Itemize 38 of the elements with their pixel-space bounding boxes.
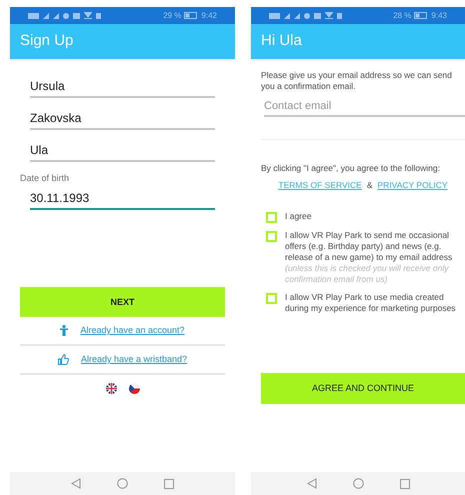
- checkbox[interactable]: [266, 212, 277, 222]
- uk-flag-icon[interactable]: [106, 383, 116, 394]
- battery-icon: [414, 12, 428, 19]
- clock: 9:42: [201, 10, 217, 22]
- checkbox-label: I agree: [285, 210, 312, 222]
- back-icon[interactable]: [306, 478, 316, 489]
- person-icon: [60, 325, 68, 336]
- recents-icon[interactable]: [164, 478, 174, 488]
- next-button[interactable]: NEXT: [20, 287, 225, 318]
- text-field[interactable]: Ursula: [30, 74, 215, 98]
- battery-percent: 28 %: [393, 10, 412, 22]
- download-icon: [325, 12, 333, 19]
- checkbox-label: I allow VR Play Park to use media created during my experience for marketing purposes: [285, 292, 457, 314]
- download-icon: [84, 12, 92, 19]
- thumbs-up-icon: [58, 354, 69, 366]
- back-icon[interactable]: [71, 478, 81, 489]
- recents-icon[interactable]: [400, 478, 410, 488]
- home-icon[interactable]: [117, 478, 128, 489]
- text-field[interactable]: 30.11.1993: [30, 186, 215, 210]
- clock: 9:43: [431, 10, 447, 22]
- ampersand: &: [366, 178, 373, 192]
- czech-flag-icon[interactable]: [128, 383, 140, 394]
- text-field[interactable]: Zakovska: [30, 106, 215, 130]
- home-icon[interactable]: [352, 478, 364, 489]
- battery-icon: [184, 12, 198, 19]
- checkbox-note: (unless this is checked you will receive only confirmation email from us): [285, 262, 450, 284]
- agree-button[interactable]: AGREE AND CONTINUE: [261, 372, 465, 404]
- screen-title: Hi Ula: [261, 31, 302, 52]
- email-field[interactable]: Contact email: [264, 97, 465, 117]
- checkbox[interactable]: [266, 230, 277, 242]
- checkbox[interactable]: [266, 292, 277, 304]
- intro-text: Please give us your email address so we can send you a confirmation email.: [261, 70, 453, 92]
- battery-percent: 29 %: [163, 10, 182, 22]
- checkbox-label: I allow VR Play Park to send me occasional offers (e.g. Birthday party) and news (e.g. release of a new game) to my email address: [285, 230, 454, 262]
- screen-title: Sign Up: [20, 31, 74, 52]
- agree-text: By clicking "I agree", you agree to the following:: [261, 162, 441, 175]
- field-label: Date of birth: [20, 172, 70, 185]
- text-field[interactable]: Ula: [30, 138, 215, 162]
